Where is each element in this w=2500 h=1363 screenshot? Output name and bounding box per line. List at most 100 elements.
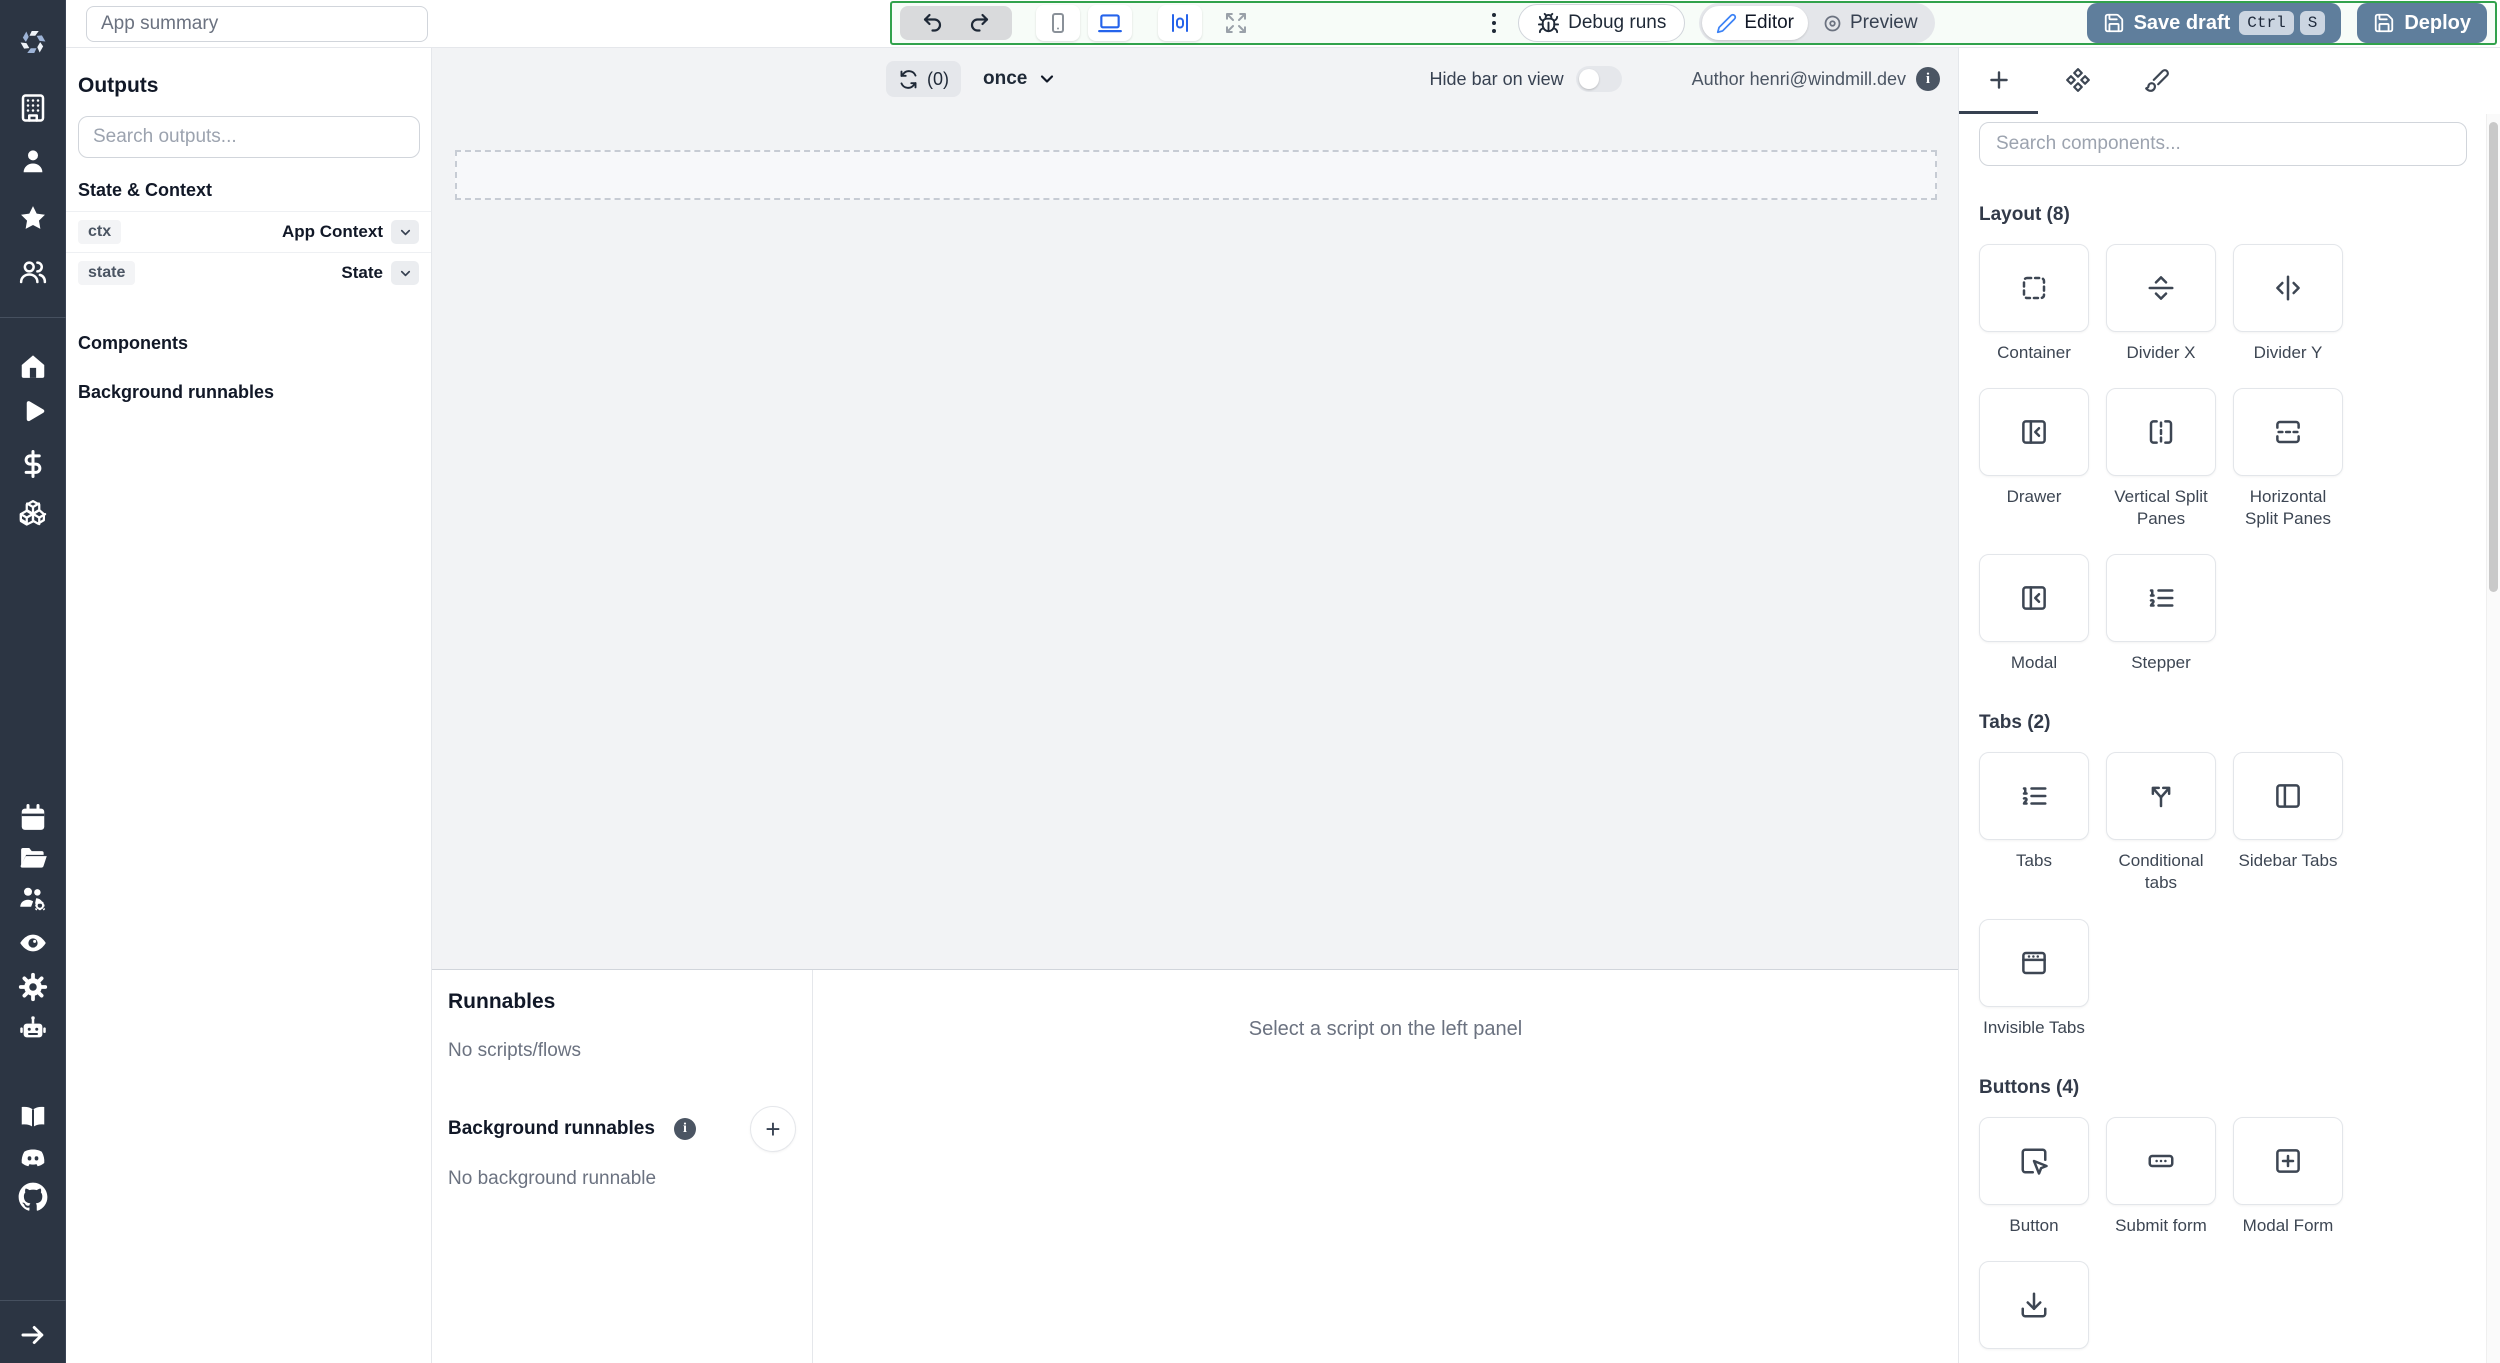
component-card-vertical-split[interactable]: Vertical Split Panes (2106, 388, 2216, 530)
output-key-badge: state (78, 261, 136, 285)
tab-insert-component[interactable] (1959, 48, 2038, 114)
component-card-container[interactable]: Container (1979, 244, 2089, 364)
output-value: App Context (281, 222, 383, 241)
hide-bar-label: Hide bar on view (1429, 68, 1564, 89)
conditional-tabs-icon (2151, 787, 2171, 808)
runnables-list: Runnables No scripts/flows Background ru… (432, 970, 813, 1363)
tab-theme-style[interactable] (2117, 48, 2196, 114)
component-card-stepper[interactable]: Stepper (2106, 554, 2216, 674)
tab-preview[interactable]: Preview (1808, 6, 1932, 40)
add-background-runnable-button[interactable]: + (750, 1106, 796, 1152)
paintbrush-icon (2144, 68, 2169, 92)
kbd-s: S (2299, 11, 2326, 35)
empty-grid-dropzone[interactable] (455, 150, 1937, 200)
author-label: Author henri@windmill.dev (1691, 68, 1906, 89)
center-align-button[interactable] (1158, 5, 1202, 41)
invisible-tabs-icon (2022, 951, 2046, 974)
output-row-state[interactable]: state State (66, 252, 431, 293)
windmill-logo[interactable] (18, 27, 48, 57)
horizontal-split-icon (2276, 420, 2300, 444)
panel-scrollbar[interactable] (2486, 114, 2500, 1363)
component-card-download-button[interactable]: Download Button (1979, 1260, 2089, 1363)
dollar-icon[interactable] (18, 449, 48, 479)
editor-preview-segment: Editor Preview (1699, 3, 1935, 43)
play-icon[interactable] (18, 397, 48, 427)
book-open-icon[interactable] (18, 1102, 48, 1132)
component-card-invisible-tabs[interactable]: Invisible Tabs (1979, 918, 2089, 1039)
output-row-ctx[interactable]: ctx App Context (66, 211, 431, 252)
section-title-tabs: Tabs (2) (1979, 712, 2051, 734)
runnables-panel: Runnables No scripts/flows Background ru… (432, 969, 1958, 1363)
undo-icon[interactable] (921, 11, 945, 35)
github-icon[interactable] (18, 1182, 48, 1212)
debug-runs-button[interactable]: Debug runs (1518, 4, 1686, 42)
tab-component-settings[interactable] (2038, 48, 2117, 114)
app-summary-input[interactable] (86, 6, 428, 42)
refresh-icon (900, 69, 917, 89)
select-script-hint: Select a script on the left panel (1248, 1018, 1523, 1040)
bug-icon (1538, 12, 1560, 33)
discord-icon[interactable] (18, 1143, 48, 1173)
component-card-button[interactable]: Button (1979, 1116, 2089, 1237)
component-card-conditional-tabs[interactable]: Conditional tabs (2106, 752, 2216, 894)
collapse-arrow-icon[interactable] (18, 1320, 48, 1350)
component-card-tabs[interactable]: Tabs (1979, 752, 2089, 894)
canvas-toolbar: (0) once Hide bar on view Author henri@w… (432, 48, 1958, 110)
hide-bar-toggle[interactable] (1575, 66, 1622, 92)
users-gear-icon[interactable] (18, 883, 48, 913)
components-section-title: Components (78, 333, 188, 353)
gear-icon[interactable] (18, 972, 48, 1002)
search-outputs-input[interactable] (78, 116, 420, 158)
components-panel-tabs (1959, 48, 2500, 114)
info-icon[interactable]: i (1916, 67, 1940, 91)
scrollbar-thumb[interactable] (2489, 122, 2498, 592)
section-title-buttons: Buttons (4) (1979, 1076, 2080, 1098)
refresh-button[interactable]: (0) (886, 61, 961, 97)
chevron-down-icon[interactable] (391, 220, 419, 244)
boxes-icon[interactable] (18, 497, 48, 527)
undo-redo-group (900, 6, 1012, 40)
component-card-divider-y[interactable]: Divider Y (2233, 244, 2343, 364)
redo-icon[interactable] (967, 11, 991, 35)
workspace-building-icon[interactable] (18, 93, 48, 123)
users-icon[interactable] (18, 257, 48, 287)
desktop-view-button[interactable] (1088, 5, 1132, 41)
folder-open-icon[interactable] (18, 843, 48, 873)
save-icon (2104, 13, 2123, 33)
component-card-divider-x[interactable]: Divider X (2106, 244, 2216, 364)
container-icon (2022, 276, 2046, 300)
app-canvas: (0) once Hide bar on view Author henri@w… (432, 48, 1958, 969)
output-value: State (341, 263, 383, 282)
star-icon[interactable] (18, 203, 48, 233)
component-card-sidebar-tabs[interactable]: Sidebar Tabs (2233, 752, 2343, 894)
component-card-horizontal-split[interactable]: Horizontal Split Panes (2233, 388, 2343, 530)
eye-icon[interactable] (18, 928, 48, 958)
fullscreen-button[interactable] (1216, 5, 1256, 41)
info-icon[interactable]: i (673, 1118, 696, 1140)
save-draft-button[interactable]: Save draft Ctrl S (2086, 3, 2342, 43)
user-icon[interactable] (18, 146, 48, 176)
deploy-button[interactable]: Deploy (2357, 3, 2487, 43)
outputs-panel: Outputs State & Context ctx App Context … (66, 48, 432, 1363)
search-components-input[interactable] (1979, 122, 2467, 166)
component-card-drawer[interactable]: Drawer (1979, 388, 2089, 530)
bot-icon[interactable] (18, 1013, 48, 1043)
modal-form-icon (2276, 1148, 2300, 1173)
vertical-split-icon (2149, 420, 2173, 444)
run-mode-dropdown[interactable]: once (983, 68, 1057, 90)
chevron-down-icon[interactable] (391, 261, 419, 285)
home-icon[interactable] (18, 351, 48, 381)
refresh-count: (0) (927, 68, 949, 89)
divider-y-icon (2276, 275, 2300, 301)
editor-label: Editor (1744, 12, 1794, 33)
component-card-submit-form[interactable]: Submit form (2106, 1116, 2216, 1237)
button-icon (2021, 1148, 2048, 1175)
tab-editor[interactable]: Editor (1702, 6, 1808, 40)
calendar-icon[interactable] (18, 803, 48, 833)
component-card-modal-form[interactable]: Modal Form (2233, 1116, 2343, 1237)
pencil-icon (1717, 13, 1737, 33)
laptop-icon (1098, 14, 1122, 33)
component-card-modal[interactable]: Modal (1979, 554, 2089, 674)
more-options-icon[interactable] (1482, 7, 1506, 39)
mobile-view-button[interactable] (1036, 5, 1080, 41)
